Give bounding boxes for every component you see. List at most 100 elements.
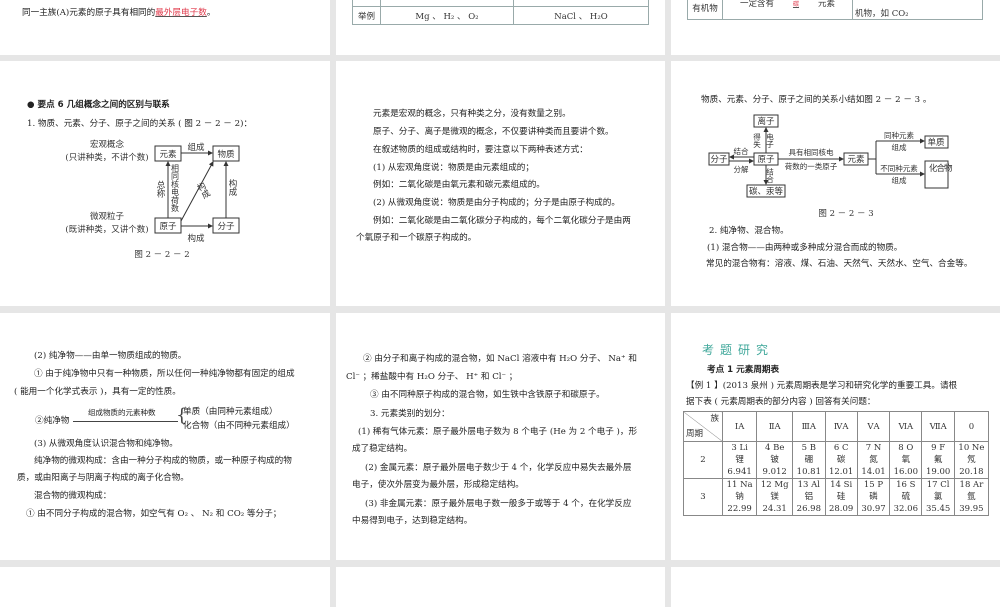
macro-note: (只讲种类，不讲个数)	[65, 152, 148, 163]
corner-period: 周期	[686, 429, 704, 439]
label-compose: 组成	[187, 142, 205, 153]
group-header: ⅥA	[889, 411, 923, 442]
slide-thumb-4[interactable]: ● 要点 6 几组概念之间的区别与联系 1. 物质、元素、分子、原子之间的关系 …	[0, 61, 330, 306]
slide-thumb-12[interactable]	[671, 567, 1000, 607]
group-header: ⅣA	[824, 411, 858, 442]
element-name: 氯	[933, 492, 943, 502]
element-name: 镁	[770, 492, 779, 502]
slide-thumb-3[interactable]: 有机物 一定含有 碳 元素 机物，如 CO₂	[671, 0, 1000, 55]
label-compose-2: 组成	[892, 175, 907, 185]
text-line: (1) 稀有气体元素：原子最外层电子数为 8 个电子 (He 为 2 个电子 )…	[358, 427, 638, 437]
slide-thumb-11[interactable]	[336, 567, 665, 607]
slide-thumb-5[interactable]: 元素是宏观的概念，只有种类之分，没有数量之别。 原子、分子、离子是微观的概念，不…	[336, 61, 665, 306]
text-line: 常见的混合物有：溶液、煤、石油、天然气、天然水、空气、合金等。	[706, 259, 973, 269]
label-compose: 组成	[892, 142, 907, 152]
label-same-element: 同种元素	[884, 130, 914, 140]
slide-thumb-2[interactable]: 举例 Mg 、 H₂ 、 O₂ NaCl 、 H₂O	[336, 0, 665, 55]
label-same-nuclear-1: 具有相同核电	[789, 147, 834, 157]
atomic-mass: 19.00	[925, 467, 951, 477]
element-symbol: 16 S	[896, 480, 916, 490]
period-cell: 2	[683, 441, 723, 479]
slide-thumb-6[interactable]: 物质、元素、分子、原子之间的关系小结如图 2 － 2 － 3 。 离子 分子 原…	[671, 61, 1000, 306]
compound-label: 化合物（由不同种元素组成）	[183, 421, 295, 431]
element-name: 锂	[735, 455, 744, 465]
answer-text: 最外层电子数	[155, 8, 207, 18]
element-cell: 12 Mg 镁 24.31	[756, 478, 794, 516]
table-row: 3 11 Na 钠 22.99 12 Mg 镁 24.31 13 Al 铝 26.98 14 Si 硅…	[683, 478, 990, 516]
row-label: 举例	[352, 6, 381, 25]
atomic-mass: 16.00	[893, 467, 918, 477]
label-same-nuclear: 相同核电荷数	[171, 163, 180, 213]
label-constitute-right: 构成	[227, 178, 237, 197]
atomic-mass: 20.18	[959, 467, 984, 477]
element-symbol: 14 Si	[830, 480, 853, 490]
point-title: 考点 1 元素周期表	[707, 365, 780, 375]
atomic-mass: 14.01	[861, 467, 886, 477]
table-row: 23 Li 锂 6.941 4 Be 铍 9.012 5 B 硼 10.81 6 C 碳 12.01 7…	[683, 441, 990, 479]
element-name: 氟	[933, 455, 943, 465]
text-line: (1) 混合物——由两种或多种成分混合而成的物质。	[707, 243, 903, 253]
atomic-mass: 39.95	[959, 504, 984, 514]
text-line: (2) 纯净物——由单一物质组成的物质。	[34, 351, 187, 361]
text-line: 2. 纯净物、混合物。	[709, 226, 789, 236]
organic-table: 有机物 一定含有 碳 元素 机物，如 CO₂	[687, 0, 983, 20]
slide-thumb-9[interactable]: 考题研究 考点 1 元素周期表 【例 1 】(2013 泉州 ) 元素周期表是学…	[671, 313, 1000, 560]
element-symbol: 3 Li	[731, 443, 748, 453]
text-line: (2) 金属元素：原子最外层电子数少于 4 个，化学反应中易失去最外层	[365, 463, 632, 473]
text-line: 3. 元素类别的划分：	[370, 409, 450, 419]
box-atom-label: 原子	[159, 222, 177, 232]
element-cell: 16 S 硫 32.06	[889, 478, 923, 516]
box-molecule: 分子	[710, 155, 728, 165]
element-name: 硅	[836, 492, 846, 502]
element-cell: 7 N 氮 14.01	[856, 441, 891, 479]
text: 元素	[818, 0, 836, 9]
element-name: 钠	[735, 492, 744, 502]
group-header: 0	[953, 411, 990, 442]
cell: 机物，如 CO₂	[852, 0, 983, 20]
period-cell: 3	[683, 478, 723, 516]
text-line: 中易得到电子，达到稳定结构。	[352, 516, 473, 526]
cell: Mg 、 H₂ 、 O₂	[380, 6, 514, 25]
text-line: (3) 非金属元素：原子最外层电子数一般多于或等于 4 个，在化学反应	[365, 499, 632, 509]
box-matter-label: 物质	[217, 149, 235, 160]
label-combine: 结合	[734, 146, 749, 156]
element-name: 硼	[804, 455, 814, 465]
element-symbol: 6 C	[833, 443, 849, 453]
label-constitute: 构成	[187, 233, 205, 244]
text: 。	[206, 8, 216, 18]
figure-caption: 图 2 － 2 － 2	[134, 250, 189, 260]
element-cell: 18 Ar 氩 39.95	[953, 478, 990, 516]
element-cell: 8 O 氧 16.00	[889, 441, 923, 479]
slide-thumb-1[interactable]: 同一主族(A)元素的原子具有相同的最外层电子数。	[0, 0, 330, 55]
text-line: 例如：二氧化碳是由氧元素和碳元素组成的。	[373, 180, 545, 190]
atomic-mass: 24.31	[762, 504, 787, 514]
atomic-mass: 6.941	[727, 467, 752, 477]
label-same-nuclear-2: 荷数的一类原子	[785, 161, 838, 171]
text-line: 成了稳定结构。	[352, 444, 413, 454]
text-line: 个氧原子和一个碳原子构成的。	[356, 233, 477, 243]
element-name: 氧	[901, 455, 911, 465]
atomic-mass: 35.45	[925, 504, 951, 514]
label-combine-down: 结合	[765, 167, 774, 185]
periodic-table: 族 周期 ⅠA ⅡA ⅢA ⅣA ⅤA ⅥA ⅦA 0 2 3 Li 锂 6.941 4 Be 铍 9.0…	[683, 411, 990, 516]
text-line: 元素是宏观的概念，只有种类之分，没有数量之别。	[373, 109, 571, 119]
label-electron: 电子	[765, 132, 774, 149]
box-simple: 单质	[927, 137, 945, 148]
text-line: 同一主族(A)元素的原子具有相同的最外层电子数。	[22, 8, 215, 19]
corner-cell: 族 周期	[683, 411, 723, 442]
element-symbol: 12 Mg	[760, 480, 789, 490]
element-cell: 14 Si 硅 28.09	[824, 478, 858, 516]
atomic-mass: 10.81	[796, 467, 821, 477]
slide-thumb-10[interactable]	[0, 567, 330, 607]
element-name: 碳	[836, 455, 846, 465]
macro-label: 宏观概念	[90, 139, 125, 150]
element-cell: 6 C 碳 12.01	[824, 441, 858, 479]
text-line: 质，或由阳离子与阴离子构成的离子化合物。	[17, 473, 189, 483]
slide-thumb-7[interactable]: (2) 纯净物——由单一物质组成的物质。 ① 由于纯净物中只有一种物质，所以任何…	[0, 313, 330, 560]
text-line: 据下表 ( 元素周期表的部分内容 ) 回答有关问题：	[686, 397, 876, 407]
element-symbol: 11 Na	[726, 480, 753, 490]
element-cell: 13 Al 铝 26.98	[792, 478, 826, 516]
atomic-mass: 30.97	[861, 504, 886, 514]
element-symbol: 9 F	[931, 443, 946, 453]
slide-thumb-8[interactable]: ② 由分子和离子构成的混合物，如 NaCl 溶液中有 H₂O 分子、 Na⁺ 和…	[336, 313, 665, 560]
